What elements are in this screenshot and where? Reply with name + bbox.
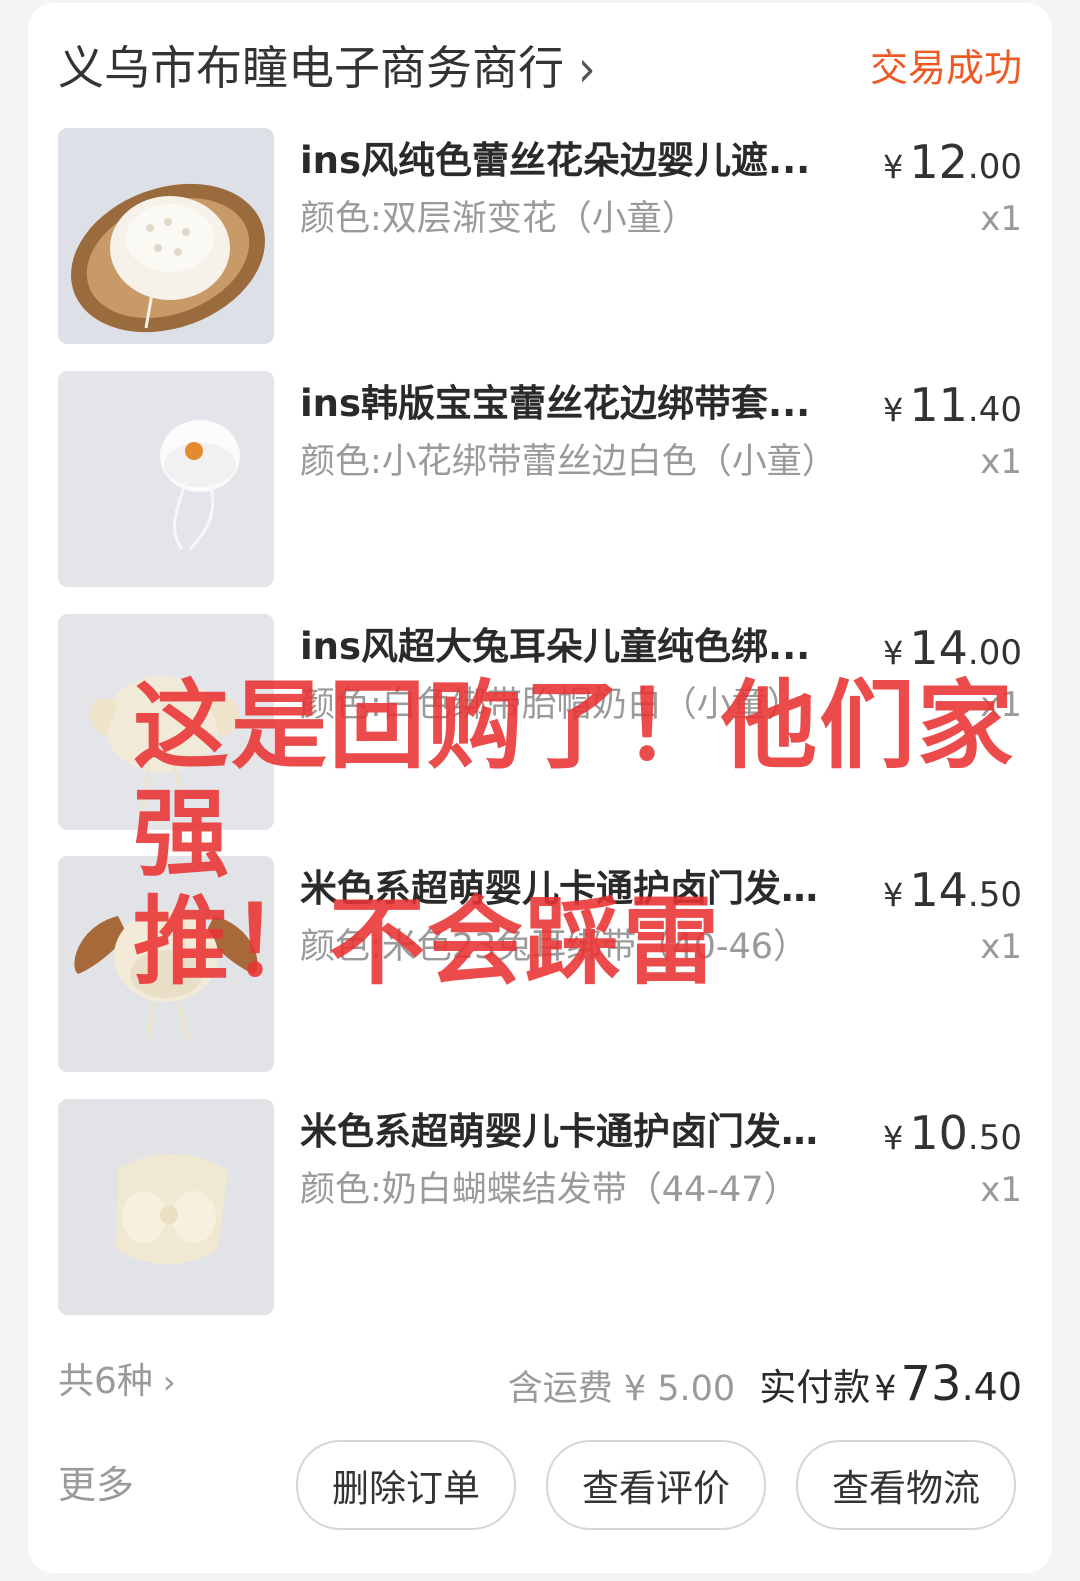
- item-variant: 颜色:小花绑带蕾丝边白色（小童）: [300, 442, 837, 482]
- item-qty: x1: [980, 927, 1022, 967]
- item-price: ¥12.00: [883, 135, 1022, 189]
- order-item[interactable]: ins风超大兔耳朵儿童纯色绑... 颜色:白色绑带胎帽奶白（小童） ¥14.00…: [58, 614, 1022, 830]
- shipping-fee: 含运费 ¥ 5.00: [507, 1369, 736, 1409]
- order-actions: 更多 删除订单 查看评价 查看物流: [58, 1440, 1022, 1530]
- shop-header: 义乌市布瞳电子商务商行 › 交易成功: [58, 36, 1022, 100]
- item-title: 米色系超萌婴儿卡通护卤门发...: [300, 1110, 820, 1153]
- item-qty: x1: [980, 685, 1022, 725]
- order-totals: 含运费 ¥ 5.00 实付款 ¥73.40: [508, 1352, 1022, 1427]
- order-item[interactable]: 米色系超萌婴儿卡通护卤门发... 颜色:奶白蝴蝶结发带（44-47） ¥10.5…: [58, 1099, 1022, 1315]
- product-image: [58, 614, 274, 830]
- item-qty: x1: [980, 442, 1022, 482]
- item-kinds-link[interactable]: 共6种 ›: [58, 1352, 176, 1412]
- delete-order-button[interactable]: 删除订单: [296, 1440, 516, 1530]
- item-title: ins风纯色蕾丝花朵边婴儿遮...: [300, 139, 811, 182]
- item-price: ¥14.00: [883, 621, 1022, 675]
- product-image: [58, 856, 274, 1072]
- item-variant: 颜色:白色绑带胎帽奶白（小童）: [300, 685, 802, 725]
- paid-label: 实付款: [759, 1366, 871, 1409]
- product-image: [58, 128, 274, 344]
- product-image: [58, 371, 274, 587]
- shop-name: 义乌市布瞳电子商务商行: [58, 41, 564, 95]
- paid-amount-int: 73: [900, 1356, 962, 1412]
- chevron-right-icon: ›: [162, 1363, 176, 1401]
- product-image: [58, 1099, 274, 1315]
- item-kinds-count: 共6种: [58, 1361, 153, 1402]
- paid-amount-dec: .40: [961, 1365, 1022, 1409]
- view-logistics-button[interactable]: 查看物流: [796, 1440, 1016, 1530]
- item-price: ¥14.50: [883, 863, 1022, 917]
- more-button[interactable]: 更多: [58, 1440, 134, 1530]
- item-price: ¥11.40: [883, 378, 1022, 432]
- view-review-button[interactable]: 查看评价: [546, 1440, 766, 1530]
- item-variant: 颜色:双层渐变花（小童）: [300, 199, 697, 239]
- order-item[interactable]: ins韩版宝宝蕾丝花边绑带套... 颜色:小花绑带蕾丝边白色（小童） ¥11.4…: [58, 371, 1022, 587]
- item-title: ins风超大兔耳朵儿童纯色绑...: [300, 625, 811, 668]
- item-qty: x1: [980, 1170, 1022, 1210]
- item-title: 米色系超萌婴儿卡通护卤门发...: [300, 867, 820, 910]
- order-summary: 共6种 › 含运费 ¥ 5.00 实付款 ¥73.40: [58, 1352, 1022, 1422]
- paid-currency: ¥: [874, 1369, 897, 1409]
- order-item[interactable]: ins风纯色蕾丝花朵边婴儿遮... 颜色:双层渐变花（小童） ¥12.00 x1: [58, 128, 1022, 344]
- item-variant: 颜色:奶白蝴蝶结发带（44-47）: [300, 1170, 799, 1210]
- item-price: ¥10.50: [883, 1106, 1022, 1160]
- shop-link[interactable]: 义乌市布瞳电子商务商行 ›: [58, 36, 596, 102]
- item-qty: x1: [980, 199, 1022, 239]
- item-title: ins韩版宝宝蕾丝花边绑带套...: [300, 382, 811, 425]
- order-status: 交易成功: [869, 46, 1022, 90]
- order-item[interactable]: 米色系超萌婴儿卡通护卤门发... 颜色:米色23兔耳绑带（40-46） ¥14.…: [58, 856, 1022, 1072]
- chevron-right-icon: ›: [578, 40, 596, 99]
- item-variant: 颜色:米色23兔耳绑带（40-46）: [300, 927, 809, 967]
